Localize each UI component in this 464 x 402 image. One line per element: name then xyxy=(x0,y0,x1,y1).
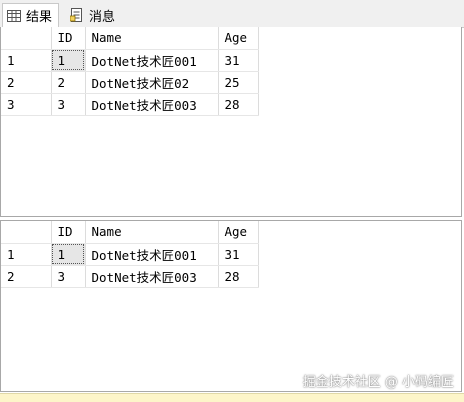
table-row[interactable]: 1 1 DotNet技术匠001 31 xyxy=(1,49,259,72)
message-icon xyxy=(69,8,84,22)
cell-name[interactable]: DotNet技术匠001 xyxy=(85,243,219,266)
tab-results[interactable]: 结果 xyxy=(2,3,60,27)
row-number[interactable]: 2 xyxy=(1,71,52,94)
cell-id[interactable]: 1 xyxy=(51,243,86,266)
result-table-2: ID Name Age 1 1 DotNet技术匠001 31 2 3 DotN… xyxy=(1,221,259,288)
column-header-id[interactable]: ID xyxy=(51,221,86,244)
row-number[interactable]: 2 xyxy=(1,265,52,288)
cell-name[interactable]: DotNet技术匠003 xyxy=(85,93,219,116)
row-number[interactable]: 1 xyxy=(1,49,52,72)
table-row[interactable]: 2 2 DotNet技术匠02 25 xyxy=(1,71,259,94)
cell-age[interactable]: 31 xyxy=(218,49,259,72)
result-table-1: ID Name Age 1 1 DotNet技术匠001 31 2 2 DotN… xyxy=(1,27,259,116)
tab-messages-label: 消息 xyxy=(89,9,116,25)
header-row: ID Name Age xyxy=(1,27,259,50)
grid-icon xyxy=(7,9,21,23)
cell-id[interactable]: 2 xyxy=(51,71,86,94)
cell-id[interactable]: 3 xyxy=(51,265,86,288)
cell-age[interactable]: 25 xyxy=(218,71,259,94)
results-tab-bar: 结果 消息 xyxy=(0,0,464,28)
tab-messages[interactable]: 消息 xyxy=(66,4,121,26)
row-number[interactable]: 3 xyxy=(1,93,52,116)
column-header-name[interactable]: Name xyxy=(85,27,219,50)
cell-age[interactable]: 28 xyxy=(218,93,259,116)
row-number[interactable]: 1 xyxy=(1,243,52,266)
column-header-age[interactable]: Age xyxy=(218,27,259,50)
tab-results-label: 结果 xyxy=(26,10,53,25)
header-row: ID Name Age xyxy=(1,221,259,244)
row-number-header[interactable] xyxy=(1,27,52,50)
result-grid-1[interactable]: ID Name Age 1 1 DotNet技术匠001 31 2 2 DotN… xyxy=(0,27,462,217)
cell-name[interactable]: DotNet技术匠003 xyxy=(85,265,219,288)
column-header-name[interactable]: Name xyxy=(85,221,219,244)
cell-age[interactable]: 28 xyxy=(218,265,259,288)
column-header-id[interactable]: ID xyxy=(51,27,86,50)
table-row[interactable]: 3 3 DotNet技术匠003 28 xyxy=(1,93,259,116)
cell-name[interactable]: DotNet技术匠001 xyxy=(85,49,219,72)
result-grid-2[interactable]: ID Name Age 1 1 DotNet技术匠001 31 2 3 DotN… xyxy=(0,220,462,392)
watermark: 掘金技术社区 @ 小码编匠 xyxy=(302,375,454,390)
row-number-header[interactable] xyxy=(1,221,52,244)
cell-id[interactable]: 3 xyxy=(51,93,86,116)
table-row[interactable]: 1 1 DotNet技术匠001 31 xyxy=(1,243,259,266)
column-header-age[interactable]: Age xyxy=(218,221,259,244)
cell-id[interactable]: 1 xyxy=(51,49,86,72)
table-row[interactable]: 2 3 DotNet技术匠003 28 xyxy=(1,265,259,288)
cell-name[interactable]: DotNet技术匠02 xyxy=(85,71,219,94)
cell-age[interactable]: 31 xyxy=(218,243,259,266)
